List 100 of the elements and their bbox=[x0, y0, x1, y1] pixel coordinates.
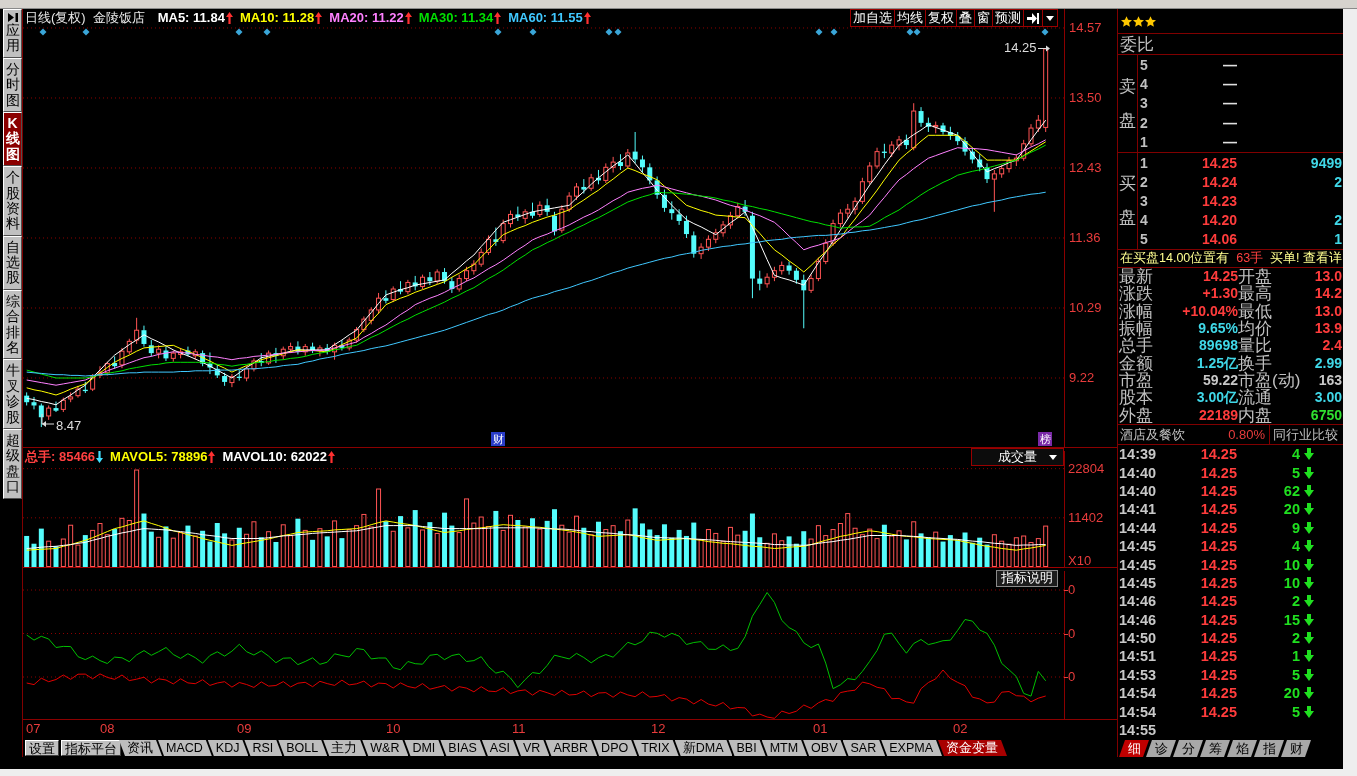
sidebar-tab[interactable]: K线图 bbox=[3, 111, 22, 167]
bar bbox=[361, 513, 367, 567]
panel-tab[interactable]: 财 bbox=[1281, 740, 1311, 757]
indicator-tab[interactable]: 新DMA bbox=[674, 740, 733, 756]
indicator-tab[interactable]: RSI bbox=[244, 740, 283, 756]
tick-time: 14:39 bbox=[1118, 446, 1158, 463]
tick-volume: 10 bbox=[1282, 574, 1300, 591]
bar bbox=[258, 537, 264, 567]
bid-rank: 1 bbox=[1139, 154, 1149, 171]
indicator-tab[interactable]: SAR bbox=[842, 740, 886, 756]
candlestick bbox=[31, 396, 37, 410]
down-arrow-icon bbox=[1304, 503, 1314, 516]
indicator-tab[interactable]: KDJ bbox=[207, 740, 249, 756]
bar bbox=[947, 535, 953, 567]
ma-legend: MA30: 11.34 bbox=[418, 10, 494, 26]
toolbar-button[interactable]: 预测 bbox=[992, 9, 1024, 27]
ask-rank: 4 bbox=[1139, 76, 1149, 93]
indicator-tab[interactable]: ASI bbox=[481, 740, 519, 756]
tick-volume: 5 bbox=[1290, 666, 1300, 683]
bar bbox=[867, 528, 873, 567]
sidebar-tab[interactable]: 牛叉诊股 bbox=[3, 359, 22, 429]
sidebar-tab[interactable]: 应用 bbox=[3, 9, 22, 58]
bar bbox=[735, 534, 741, 567]
tick-volume: 20 bbox=[1282, 685, 1300, 702]
panel-tab[interactable]: 筹 bbox=[1200, 740, 1230, 757]
ask-rank: 2 bbox=[1139, 114, 1149, 131]
indicator-tab[interactable]: EXPMA bbox=[881, 740, 942, 756]
indicator-tab[interactable]: W&R bbox=[362, 740, 409, 756]
volume-scale-label: X10 bbox=[1068, 553, 1092, 569]
ask-price: — bbox=[1222, 76, 1237, 93]
bid-price: 14.24 bbox=[1200, 173, 1237, 190]
bar bbox=[889, 535, 895, 567]
indicator-tab[interactable]: DPO bbox=[593, 740, 638, 756]
tick-volume: 5 bbox=[1290, 464, 1300, 481]
candlestick bbox=[610, 156, 616, 174]
bar bbox=[1013, 537, 1019, 567]
stat-label: 股本 bbox=[1119, 389, 1154, 407]
bar bbox=[368, 526, 374, 567]
sidebar-tab[interactable]: 分时图 bbox=[3, 57, 22, 112]
panel-tab[interactable]: 分 bbox=[1173, 740, 1203, 757]
arrow-to-bar-icon bbox=[1027, 12, 1039, 24]
expand-button[interactable] bbox=[1023, 9, 1043, 27]
bar bbox=[478, 516, 484, 567]
sidebar-tab[interactable]: 自选股 bbox=[3, 235, 22, 290]
tick-price: 14.25 bbox=[1199, 482, 1237, 499]
stat-label: 流通 bbox=[1238, 389, 1272, 407]
indicator-help-button[interactable]: 指标说明 bbox=[996, 570, 1058, 587]
candlestick bbox=[1028, 123, 1034, 147]
candlestick bbox=[669, 200, 675, 221]
toolbar-button[interactable]: 均线 bbox=[894, 9, 926, 27]
indicator-tab[interactable]: TRIX bbox=[633, 740, 679, 756]
order-notice-link[interactable]: 买单! 查看详 bbox=[1270, 250, 1342, 267]
sidebar-tab[interactable]: 综合排名 bbox=[3, 289, 22, 360]
indicator-tab[interactable]: BBI bbox=[728, 740, 766, 756]
bar bbox=[442, 512, 448, 567]
indicator-tab[interactable]: DMI bbox=[404, 740, 445, 756]
sidebar-tab[interactable]: 超级盘口 bbox=[3, 429, 22, 499]
indicator-tab[interactable]: ARBR bbox=[545, 740, 598, 756]
indicator-tab[interactable]: MTM bbox=[761, 740, 808, 756]
event-marker[interactable]: 财 bbox=[491, 432, 505, 446]
sidebar-tab[interactable]: 个股资料 bbox=[3, 166, 22, 236]
candlestick bbox=[918, 106, 924, 128]
bar bbox=[324, 536, 330, 567]
bid-rank: 4 bbox=[1139, 212, 1149, 229]
bar bbox=[405, 527, 411, 567]
indicator-tab[interactable]: 主力 bbox=[323, 740, 367, 756]
price-axis-label: 12.43 bbox=[1069, 159, 1102, 176]
bar bbox=[999, 540, 1005, 567]
event-marker[interactable]: 榜 bbox=[1038, 432, 1052, 446]
tick-price: 14.25 bbox=[1199, 446, 1237, 463]
date-axis-label: 12 bbox=[651, 721, 666, 737]
bar bbox=[801, 531, 807, 567]
dropdown-button[interactable] bbox=[1042, 9, 1058, 27]
candlestick bbox=[427, 271, 433, 286]
panel-tab[interactable]: 焰 bbox=[1227, 740, 1257, 757]
indicator-tab[interactable]: 资金变量 bbox=[937, 740, 1007, 756]
indicator-tab[interactable]: MACD bbox=[158, 740, 212, 756]
panel-tab[interactable]: 诊 bbox=[1146, 740, 1176, 757]
industry-name: 酒店及餐饮 bbox=[1119, 425, 1186, 444]
indicator-selector[interactable]: 成交量 bbox=[971, 448, 1064, 466]
bid-price: 14.23 bbox=[1200, 192, 1237, 209]
indicator-tab[interactable]: BOLL bbox=[278, 740, 328, 756]
bar bbox=[852, 527, 858, 567]
tick-volume: 15 bbox=[1282, 611, 1300, 628]
indicator-tab[interactable]: 资讯 bbox=[119, 740, 162, 756]
bar bbox=[207, 541, 213, 567]
candlestick bbox=[632, 131, 638, 164]
toolbar-button[interactable]: 复权 bbox=[925, 9, 957, 27]
toolbar-button[interactable]: 设置 bbox=[25, 740, 59, 756]
toolbar-button[interactable]: 加自选 bbox=[850, 9, 895, 27]
panel-tab[interactable]: 指 bbox=[1254, 740, 1284, 757]
indicator-tab[interactable]: VR bbox=[515, 740, 550, 756]
panel-tab[interactable]: 细 bbox=[1119, 740, 1149, 757]
indicator-tab[interactable]: OBV bbox=[803, 740, 847, 756]
bar bbox=[24, 535, 30, 567]
bar bbox=[639, 523, 645, 567]
bar bbox=[552, 509, 557, 567]
indicator-tab[interactable]: BIAS bbox=[440, 740, 486, 756]
toolbar-button[interactable]: 指标平台 bbox=[61, 740, 121, 756]
tick-price: 14.25 bbox=[1199, 464, 1237, 481]
